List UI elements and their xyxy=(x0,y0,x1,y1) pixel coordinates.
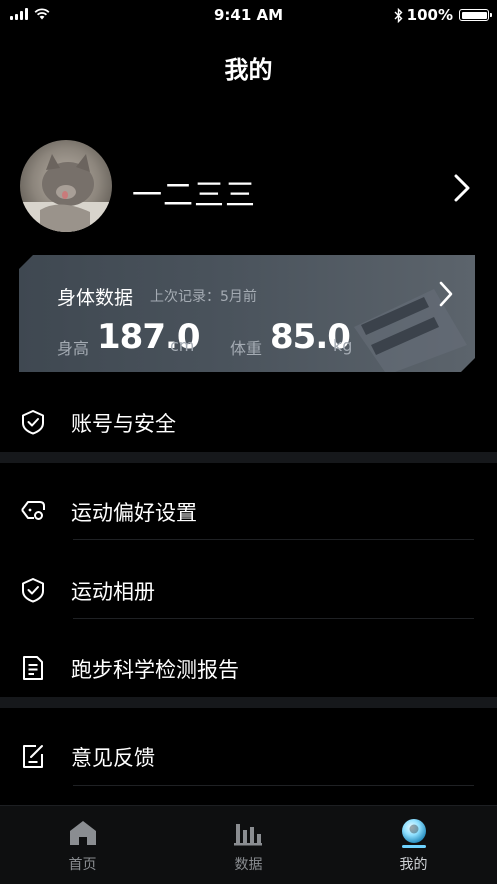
battery-percent: 100% xyxy=(406,6,453,24)
edit-note-icon xyxy=(23,745,43,768)
battery-icon xyxy=(459,9,492,21)
divider xyxy=(73,539,474,540)
tab-home[interactable]: 首页 xyxy=(0,806,165,884)
tab-mine[interactable]: 我的 xyxy=(331,806,496,884)
menu-label: 跑步科学检测报告 xyxy=(71,658,239,682)
section-separator xyxy=(0,697,497,708)
username: 一二三三 xyxy=(132,178,256,213)
menu-label: 意见反馈 xyxy=(71,746,155,770)
menu-item-feedback[interactable]: 意见反馈 xyxy=(0,726,497,786)
page-title: 我的 xyxy=(224,56,273,84)
height-unit: cm xyxy=(170,336,195,355)
chart-icon xyxy=(234,824,262,846)
tab-bar: 首页 数据 我的 xyxy=(0,805,497,884)
body-data-title: 身体数据 xyxy=(57,287,134,309)
settings-tag-icon xyxy=(21,501,45,520)
menu-item-sport-preferences[interactable]: 运动偏好设置 xyxy=(0,481,497,541)
tab-label: 我的 xyxy=(399,857,428,873)
height-label: 身高 xyxy=(57,339,90,358)
bluetooth-icon xyxy=(394,7,403,23)
divider xyxy=(73,785,474,786)
status-right: 100% xyxy=(394,6,492,24)
last-record-text: 上次记录：5月前 xyxy=(150,289,257,305)
menu-item-running-report[interactable]: 跑步科学检测报告 xyxy=(0,638,497,698)
profile-row[interactable]: 一二三三 xyxy=(0,138,497,236)
menu-label: 账号与安全 xyxy=(71,412,176,436)
section-separator xyxy=(0,452,497,463)
status-bar: 9:41 AM 100% xyxy=(0,0,497,32)
weight-unit: kg xyxy=(333,336,353,355)
tab-label: 首页 xyxy=(68,857,97,873)
tab-data[interactable]: 数据 xyxy=(166,806,331,884)
menu-label: 运动偏好设置 xyxy=(71,501,197,525)
chevron-right-icon[interactable] xyxy=(454,174,470,202)
document-icon xyxy=(23,656,43,680)
document-illustration xyxy=(339,275,475,372)
menu-item-account-security[interactable]: 账号与安全 xyxy=(0,392,497,452)
body-data-card[interactable]: 身体数据 上次记录：5月前 身高 187.0 cm 体重 85.0 kg xyxy=(19,255,475,372)
shield-check-icon xyxy=(22,578,44,603)
user-icon xyxy=(402,819,426,848)
shield-check-icon xyxy=(22,410,44,435)
menu-item-sport-album[interactable]: 运动相册 xyxy=(0,560,497,620)
menu-label: 运动相册 xyxy=(71,580,155,604)
chevron-right-icon[interactable] xyxy=(439,281,453,307)
avatar[interactable] xyxy=(20,140,112,232)
tab-label: 数据 xyxy=(234,857,263,873)
divider xyxy=(73,618,474,619)
home-icon xyxy=(70,821,96,845)
weight-label: 体重 xyxy=(230,339,263,358)
